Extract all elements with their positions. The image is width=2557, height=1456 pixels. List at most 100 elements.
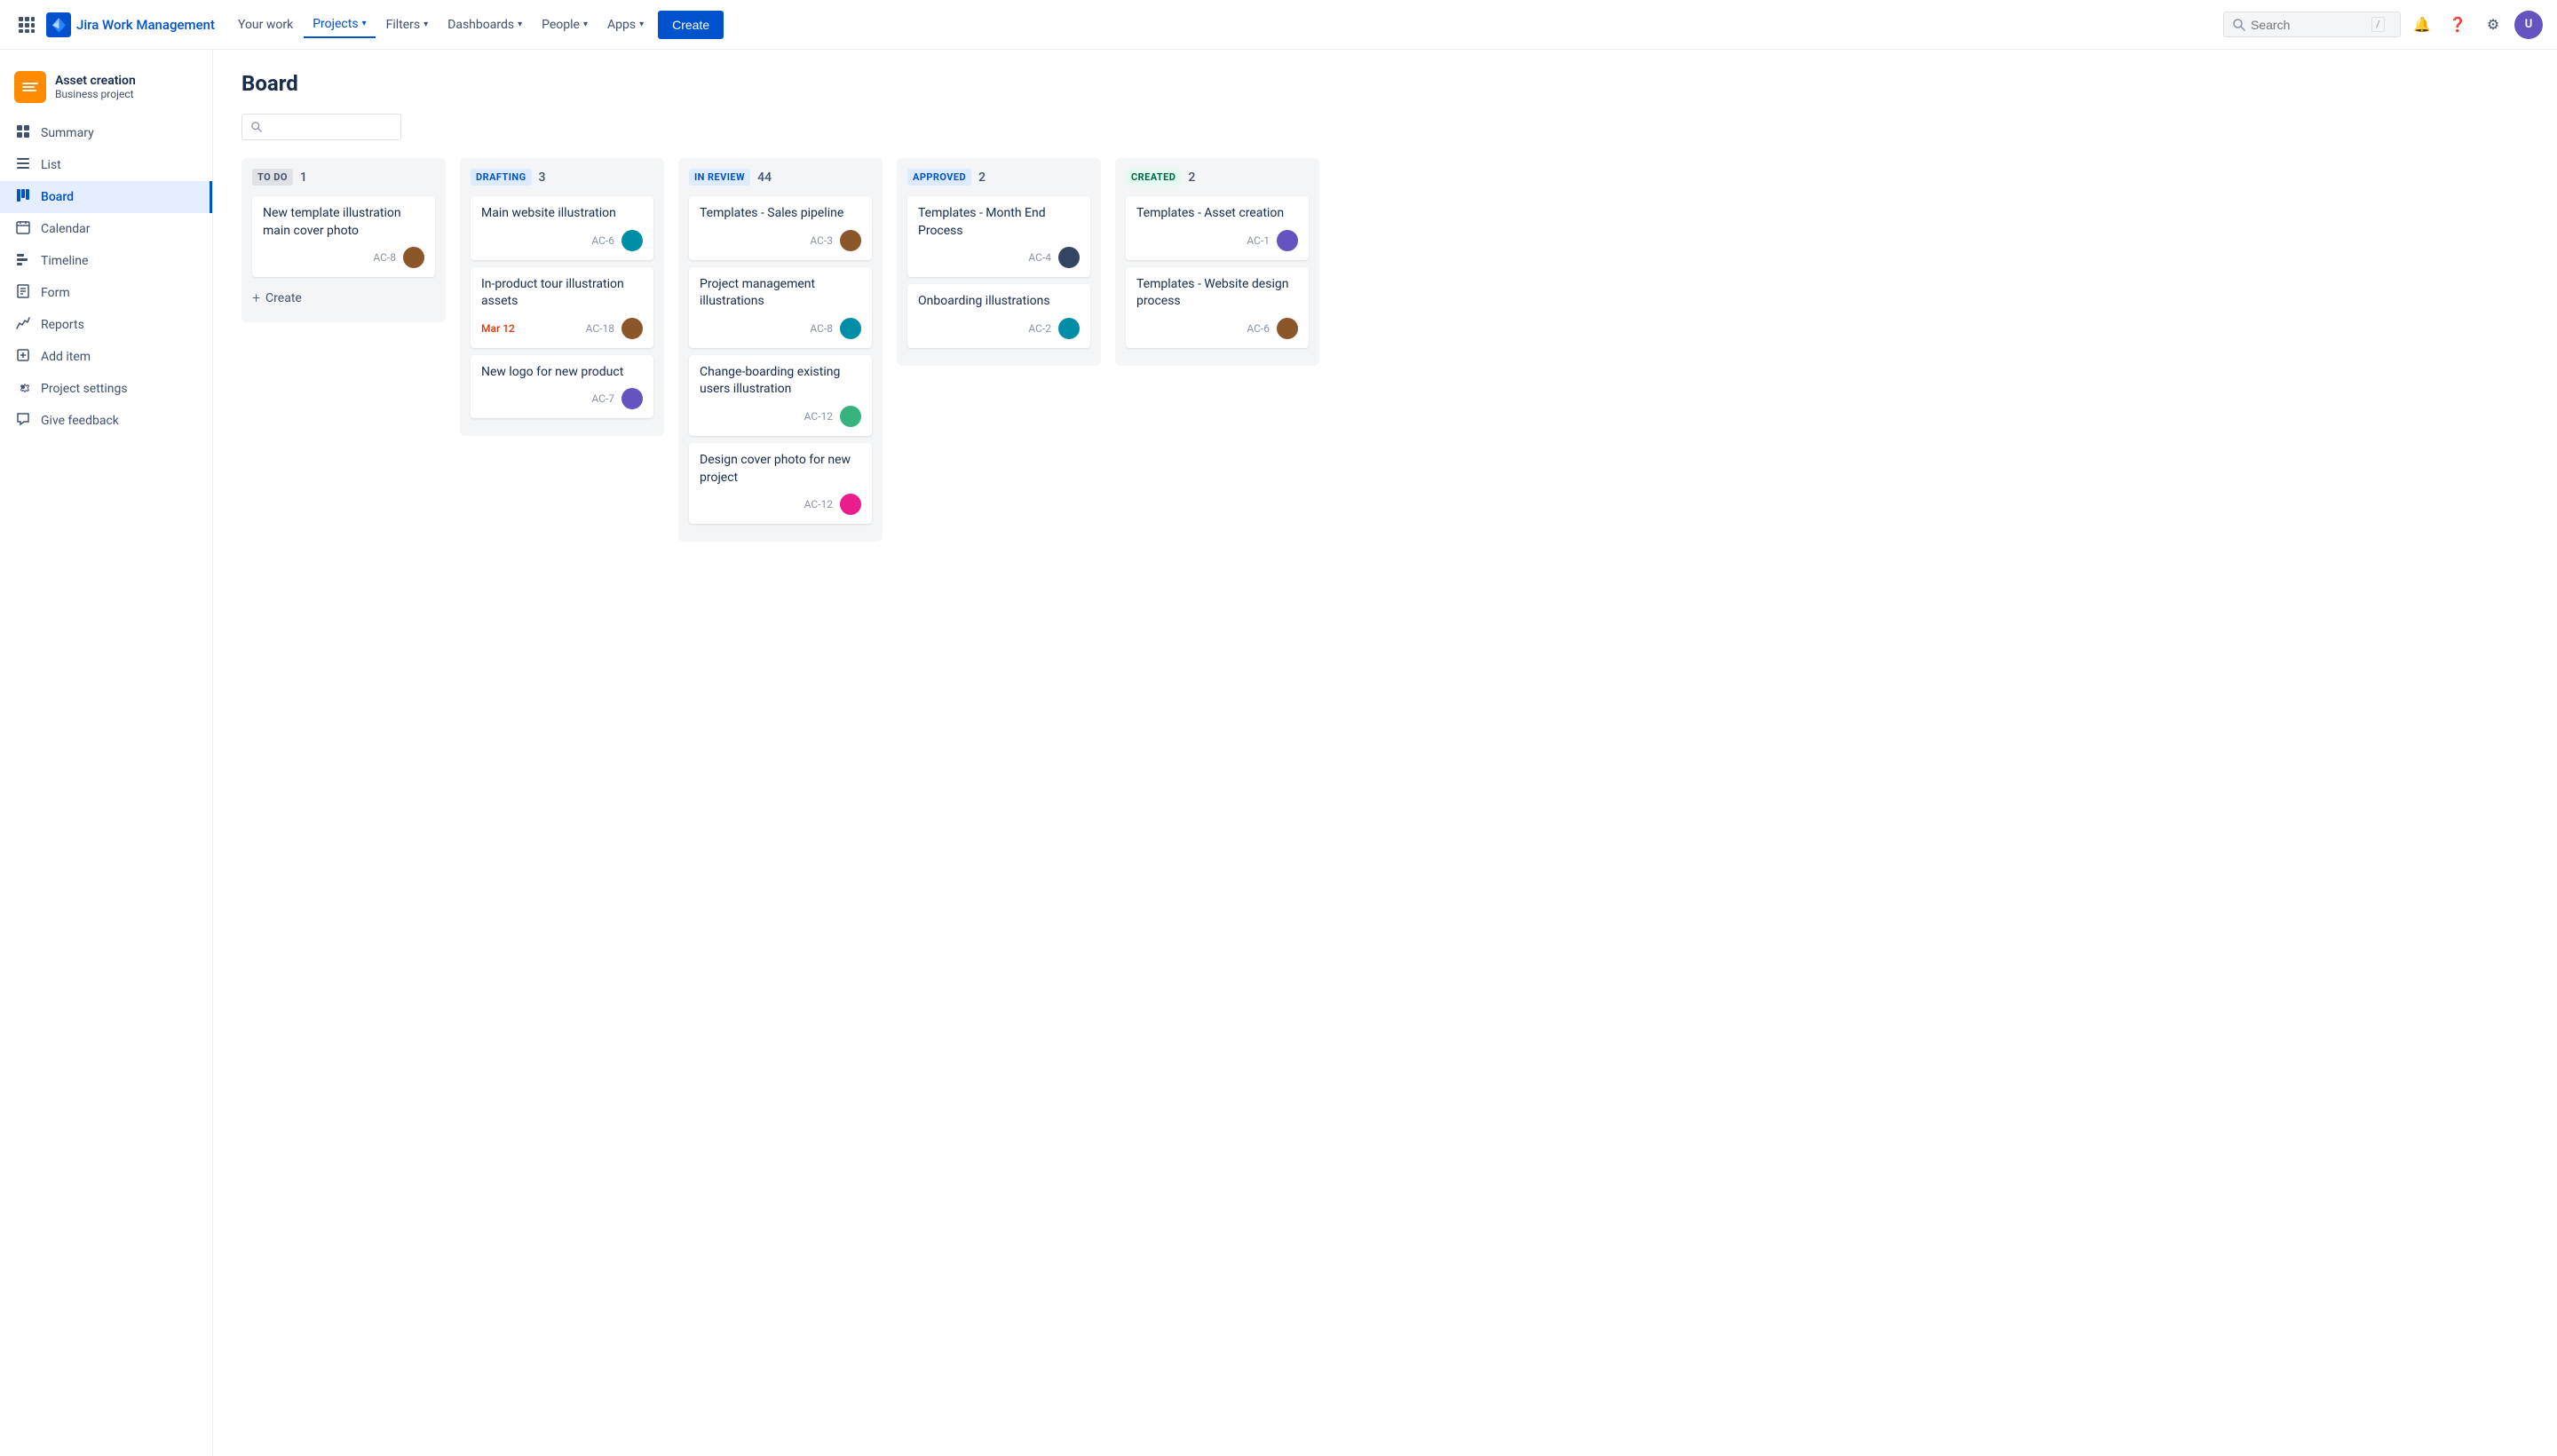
timeline-icon — [14, 252, 32, 270]
sidebar-item-board[interactable]: Board — [0, 181, 212, 213]
sidebar-item-list[interactable]: List — [0, 149, 212, 181]
people-chevron: ▾ — [583, 20, 588, 29]
project-header: Asset creation Business project — [0, 64, 212, 117]
table-row[interactable]: New logo for new product AC-7 — [471, 355, 653, 419]
add-item-icon — [14, 348, 32, 366]
card-title: Main website illustration — [481, 205, 643, 223]
column-drafting: DRAFTING 3 Main website illustration AC-… — [460, 158, 664, 436]
nav-people[interactable]: People ▾ — [533, 12, 597, 37]
sidebar-item-add-item[interactable]: Add item — [0, 341, 212, 373]
main-content: Board TO DO 1 New template illustration … — [213, 50, 2557, 1456]
filters-chevron: ▾ — [424, 20, 428, 29]
board-label: Board — [41, 190, 74, 204]
logo-text: Jira Work Management — [76, 17, 215, 33]
calendar-label: Calendar — [41, 222, 91, 236]
sidebar-item-summary[interactable]: Summary — [0, 117, 212, 149]
column-inreview: IN REVIEW 44 Templates - Sales pipeline … — [678, 158, 883, 542]
table-row[interactable]: Project management illustrations AC-8 — [689, 267, 872, 348]
table-row[interactable]: In-product tour illustration assets Mar … — [471, 267, 653, 348]
card-id: AC-7 — [591, 392, 614, 405]
sidebar-item-reports[interactable]: Reports — [0, 309, 212, 341]
card-footer: AC-6 — [481, 230, 643, 251]
table-row[interactable]: Change-boarding existing users illustrat… — [689, 355, 872, 436]
column-drafting-count: 3 — [539, 170, 546, 185]
avatar — [1277, 318, 1298, 339]
card-id: AC-12 — [804, 498, 833, 510]
project-settings-label: Project settings — [41, 382, 128, 396]
table-row[interactable]: Templates - Month End Process AC-4 — [907, 196, 1090, 277]
notifications-icon[interactable]: 🔔 — [2408, 11, 2436, 39]
board-filter — [241, 114, 2529, 140]
card-id: AC-6 — [591, 234, 614, 247]
table-row[interactable]: Design cover photo for new project AC-12 — [689, 443, 872, 524]
column-created-label: CREATED — [1126, 169, 1181, 186]
sidebar-item-project-settings[interactable]: Project settings — [0, 373, 212, 405]
table-row[interactable]: Templates - Website design process AC-6 — [1126, 267, 1309, 348]
card-footer: AC-1 — [1136, 230, 1298, 251]
sidebar: Asset creation Business project Summary … — [0, 50, 213, 1456]
avatar — [621, 388, 643, 409]
timeline-label: Timeline — [41, 254, 88, 268]
create-button[interactable]: Create — [658, 11, 724, 39]
card-footer: AC-8 — [700, 318, 861, 339]
sidebar-item-timeline[interactable]: Timeline — [0, 245, 212, 277]
table-row[interactable]: New template illustration main cover pho… — [252, 196, 435, 277]
nav-right: / 🔔 ❓ ⚙ U — [2223, 11, 2543, 39]
card-title: Templates - Asset creation — [1136, 205, 1298, 223]
column-inreview-header: IN REVIEW 44 — [689, 169, 872, 186]
card-id: AC-8 — [373, 251, 396, 264]
nav-your-work[interactable]: Your work — [229, 12, 302, 37]
search-shortcut: / — [2371, 17, 2385, 32]
create-label: Create — [265, 291, 302, 305]
project-name: Asset creation — [55, 74, 136, 88]
nav-apps[interactable]: Apps ▾ — [598, 12, 653, 37]
card-id: AC-4 — [1028, 251, 1051, 264]
column-todo-count: 1 — [300, 170, 307, 185]
give-feedback-label: Give feedback — [41, 414, 119, 428]
card-title: In-product tour illustration assets — [481, 276, 643, 311]
nav-projects[interactable]: Projects ▾ — [304, 12, 375, 38]
card-footer: AC-2 — [918, 318, 1080, 339]
table-row[interactable]: Templates - Asset creation AC-1 — [1126, 196, 1309, 260]
avatar — [1058, 247, 1080, 268]
table-row[interactable]: Templates - Sales pipeline AC-3 — [689, 196, 872, 260]
sidebar-item-form[interactable]: Form — [0, 277, 212, 309]
card-footer: AC-4 — [918, 247, 1080, 268]
card-footer: AC-6 — [1136, 318, 1298, 339]
form-label: Form — [41, 286, 70, 300]
search-box[interactable]: / — [2223, 12, 2401, 37]
board-search-input[interactable] — [267, 120, 392, 134]
list-label: List — [41, 158, 61, 172]
avatar — [840, 318, 861, 339]
card-id: AC-6 — [1247, 322, 1270, 335]
table-row[interactable]: Main website illustration AC-6 — [471, 196, 653, 260]
help-icon[interactable]: ❓ — [2443, 11, 2472, 39]
settings-icon[interactable]: ⚙ — [2479, 11, 2507, 39]
jira-logo[interactable]: Jira Work Management — [46, 12, 215, 37]
card-footer: AC-3 — [700, 230, 861, 251]
user-avatar[interactable]: U — [2514, 11, 2543, 39]
nav-dashboards[interactable]: Dashboards ▾ — [439, 12, 531, 37]
board-search-box[interactable] — [241, 114, 401, 140]
grid-menu-icon[interactable] — [14, 12, 39, 37]
card-date: Mar 12 — [481, 322, 515, 335]
board-icon — [14, 188, 32, 206]
calendar-icon — [14, 220, 32, 238]
column-created: CREATED 2 Templates - Asset creation AC-… — [1115, 158, 1319, 366]
nav-filters[interactable]: Filters ▾ — [377, 12, 438, 37]
board-columns: TO DO 1 New template illustration main c… — [241, 158, 2529, 542]
card-id: AC-18 — [586, 322, 614, 335]
card-title: New template illustration main cover pho… — [263, 205, 424, 240]
search-input[interactable] — [2251, 18, 2366, 32]
card-id: AC-3 — [810, 234, 833, 247]
reports-icon — [14, 316, 32, 334]
column-approved-header: APPROVED 2 — [907, 169, 1090, 186]
card-id: AC-2 — [1028, 322, 1051, 335]
column-todo-label: TO DO — [252, 169, 293, 186]
column-inreview-label: IN REVIEW — [689, 169, 750, 186]
card-footer: AC-12 — [700, 494, 861, 515]
table-row[interactable]: Onboarding illustrations AC-2 — [907, 284, 1090, 348]
create-card-button[interactable]: + Create — [252, 284, 435, 312]
sidebar-item-give-feedback[interactable]: Give feedback — [0, 405, 212, 437]
sidebar-item-calendar[interactable]: Calendar — [0, 213, 212, 245]
